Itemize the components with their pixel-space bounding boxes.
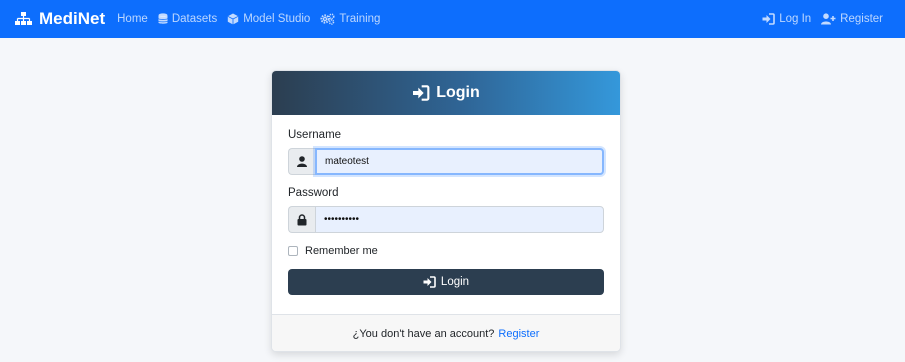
nav-home[interactable]: Home xyxy=(117,13,148,25)
login-form: Username Password Remember me xyxy=(272,115,620,314)
login-button-label: Login xyxy=(440,276,470,288)
nav-home-label: Home xyxy=(117,13,148,25)
login-card-footer: ¿You don't have an account? Register xyxy=(272,314,620,351)
password-group xyxy=(288,206,604,233)
username-group xyxy=(288,148,604,175)
nav-register-label: Register xyxy=(840,13,883,25)
user-icon xyxy=(297,156,307,167)
password-label: Password xyxy=(288,187,339,199)
password-input[interactable] xyxy=(315,206,604,233)
sign-in-icon xyxy=(413,85,430,101)
cube-icon xyxy=(227,13,239,25)
login-button[interactable]: Login xyxy=(288,269,604,295)
username-label: Username xyxy=(288,129,342,141)
register-link[interactable]: Register xyxy=(498,328,539,340)
lock-icon xyxy=(297,213,307,225)
nav-datasets-label: Datasets xyxy=(171,13,218,25)
card-title: Login xyxy=(436,84,480,101)
remember-me-checkbox[interactable] xyxy=(288,246,298,256)
nav-register[interactable]: Register xyxy=(821,13,883,25)
user-plus-icon xyxy=(821,13,836,25)
nav-login-label: Log In xyxy=(779,13,812,25)
sign-in-icon xyxy=(762,13,775,25)
top-navbar: MediNet Home Datasets Model Studio Train… xyxy=(0,0,905,38)
nav-training-label: Training xyxy=(339,13,381,25)
login-card-header: Login xyxy=(272,71,620,115)
nav-training[interactable]: Training xyxy=(320,13,380,25)
database-icon xyxy=(157,13,168,24)
nav-datasets[interactable]: Datasets xyxy=(157,13,218,25)
username-input[interactable] xyxy=(315,148,604,175)
nav-links: Home Datasets Model Studio Training xyxy=(117,13,390,25)
remember-me-label: Remember me xyxy=(305,245,378,257)
remember-me-row: Remember me xyxy=(288,245,604,257)
login-card: Login Username Password xyxy=(271,70,621,352)
nav-login[interactable]: Log In xyxy=(762,13,811,25)
cogs-icon xyxy=(320,13,335,25)
password-addon xyxy=(288,206,315,233)
sign-in-icon xyxy=(423,276,436,288)
brand-logo[interactable]: MediNet xyxy=(14,9,105,29)
footer-text: ¿You don't have an account? xyxy=(352,328,495,340)
network-icon xyxy=(15,12,32,25)
nav-model-studio[interactable]: Model Studio xyxy=(227,13,310,25)
nav-auth-links: Log In Register xyxy=(752,13,883,25)
brand-name: MediNet xyxy=(39,9,106,28)
username-addon xyxy=(288,148,315,175)
nav-model-studio-label: Model Studio xyxy=(243,13,311,25)
